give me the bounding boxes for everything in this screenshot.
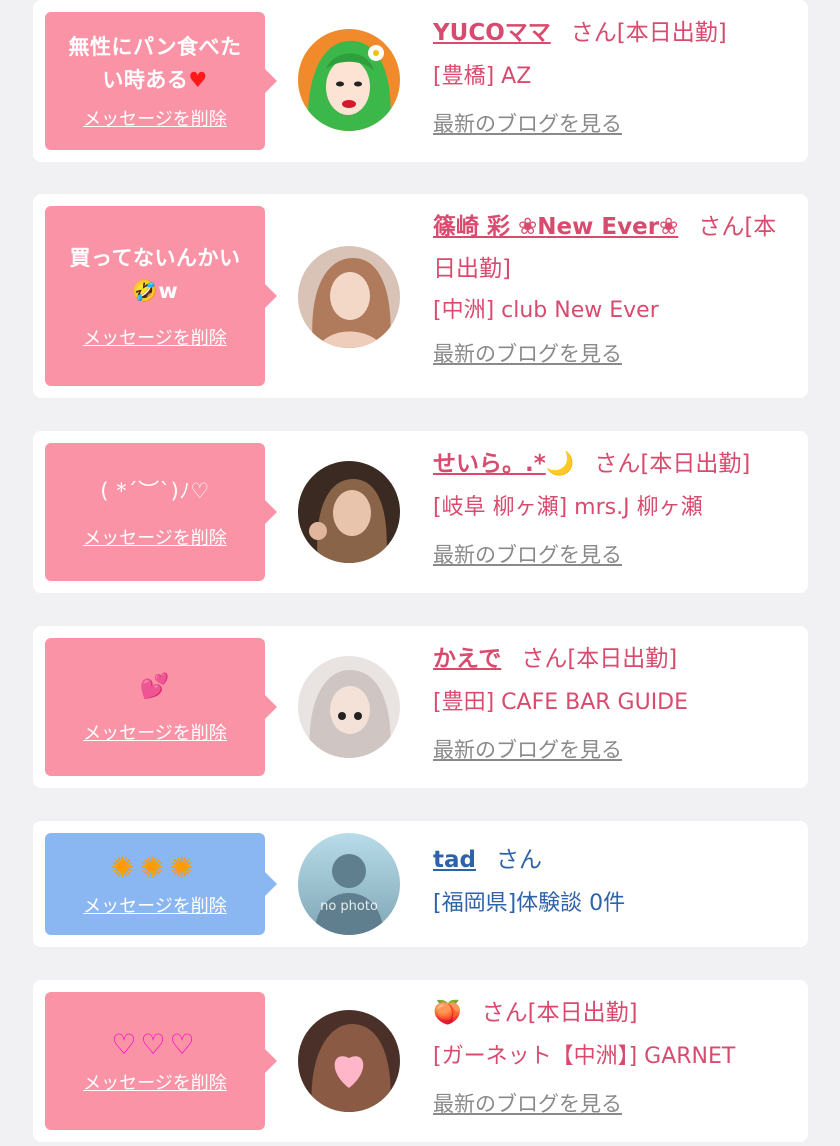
user-name-link[interactable]: 篠崎 彩 ❀New Ever❀ <box>433 214 678 240</box>
user-info: せいら。.*🌙 さん[本日出勤] [岐阜 柳ヶ瀬] mrs.J 柳ヶ瀬 最新のブロ… <box>433 443 792 573</box>
message-bubble: ♡♡♡ メッセージを削除 <box>45 992 277 1130</box>
avatar-photo <box>298 656 400 758</box>
user-info: 篠崎 彩 ❀New Ever❀ さん[本 日出勤] [中洲] club New E… <box>433 206 792 372</box>
message-bubble: 買ってないんかい 🤣w メッセージを削除 <box>45 206 277 386</box>
user-status: さん <box>495 847 542 873</box>
user-name-link[interactable]: かえで <box>433 646 501 672</box>
user-location: [ガーネット【中洲】] GARNET <box>433 1044 736 1069</box>
avatar[interactable] <box>298 461 400 563</box>
latest-blog-link[interactable]: 最新のブログを見る <box>433 106 622 142</box>
user-info: 🍑 さん[本日出勤] [ガーネット【中洲】] GARNET 最新のブログを見る <box>433 992 792 1122</box>
avatar[interactable]: no photo <box>298 833 400 935</box>
latest-blog-link[interactable]: 最新のブログを見る <box>433 1086 622 1122</box>
avatar-photo <box>298 246 400 348</box>
user-status: さん[本日出勤] <box>481 1000 638 1026</box>
no-photo-avatar-icon <box>298 833 400 935</box>
message-text: 買ってないんかい 🤣w <box>69 246 241 303</box>
message-text: 無性にパン食べた い時ある♥ <box>68 35 242 92</box>
avatar-photo <box>298 1010 400 1112</box>
avatar-caption: no photo <box>320 899 378 914</box>
latest-blog-link[interactable]: 最新のブログを見る <box>433 336 622 372</box>
message-bubble: 💕 メッセージを削除 <box>45 638 277 776</box>
delete-message-link[interactable]: メッセージを削除 <box>83 105 227 131</box>
message-card: 買ってないんかい 🤣w メッセージを削除 篠崎 彩 ❀New Ever❀ さん[本… <box>33 194 808 398</box>
user-location: [豊田] CAFE BAR GUIDE <box>433 690 689 715</box>
user-location: [豊橋] AZ <box>433 64 532 89</box>
message-card: ( *´︶`)ﾉ♡ メッセージを削除 せいら。.*🌙 さん[本日出勤] [岐阜 柳… <box>33 431 808 593</box>
user-status: さん[本日出勤] <box>570 20 727 46</box>
avatar-photo <box>298 461 400 563</box>
avatar[interactable] <box>298 656 400 758</box>
user-info: かえで さん[本日出勤] [豊田] CAFE BAR GUIDE 最新のブログを見… <box>433 638 792 768</box>
user-location: [中洲] club New Ever <box>433 298 659 323</box>
user-location: [岐阜 柳ヶ瀬] mrs.J 柳ヶ瀬 <box>433 495 703 520</box>
purple-hearts-icon: ♡♡♡ <box>111 1027 199 1061</box>
avatar[interactable] <box>298 1010 400 1112</box>
user-name-link[interactable]: せいら。.* <box>433 451 546 477</box>
avatar[interactable] <box>298 246 400 348</box>
avatar[interactable] <box>298 29 400 131</box>
user-info: YUCOママ さん[本日出勤] [豊橋] AZ 最新のブログを見る <box>433 12 792 142</box>
avatar-illustration <box>298 29 400 131</box>
user-name-link[interactable]: YUCOママ <box>433 20 551 46</box>
moon-icon: 🌙 <box>545 451 575 477</box>
latest-blog-link[interactable]: 最新のブログを見る <box>433 537 622 573</box>
message-bubble: 無性にパン食べた い時ある♥ メッセージを削除 <box>45 12 277 150</box>
delete-message-link[interactable]: メッセージを削除 <box>83 892 227 918</box>
message-card: 💕 メッセージを削除 かえで さん[本日出勤] [豊田] CAFE BAR GUI… <box>33 626 808 788</box>
message-list: 無性にパン食べた い時ある♥ メッセージを削除 YUCOママさん[本日出勤] <box>0 0 840 1146</box>
latest-blog-link[interactable]: 最新のブログを見る <box>433 732 622 768</box>
peach-icon[interactable]: 🍑 <box>433 1000 462 1026</box>
user-status: さん[本日出勤] <box>521 646 678 672</box>
heart-icon: ♥ <box>188 68 208 92</box>
user-name-link[interactable]: tad <box>433 847 476 873</box>
message-card: 無性にパン食べた い時ある♥ メッセージを削除 YUCOママさん[本日出勤] <box>33 0 808 162</box>
user-status: さん[本日出勤] <box>594 451 751 477</box>
delete-message-link[interactable]: メッセージを削除 <box>83 524 227 550</box>
user-location: [福岡県]体験談 0件 <box>433 891 626 916</box>
delete-message-link[interactable]: メッセージを削除 <box>83 719 227 745</box>
two-hearts-icon: 💕 <box>139 671 171 700</box>
message-bubble: ( *´︶`)ﾉ♡ メッセージを削除 <box>45 443 277 581</box>
user-info: tad さん [福岡県]体験談 0件 <box>433 839 792 925</box>
flower-icons: ✺✺✺ <box>110 850 200 884</box>
laughing-emoji-icon: 🤣 <box>131 279 159 303</box>
user-status: さん[本 <box>698 214 777 240</box>
delete-message-link[interactable]: メッセージを削除 <box>83 1069 227 1095</box>
user-status-continued: 日出勤] <box>433 256 511 282</box>
delete-message-link[interactable]: メッセージを削除 <box>83 324 227 350</box>
message-card: ♡♡♡ メッセージを削除 🍑 さん[本日出勤] [ガーネット【中洲】] GARNE… <box>33 980 808 1142</box>
message-card: ✺✺✺ メッセージを削除 no photo tad さん [福岡県]体験談 0件 <box>33 821 808 947</box>
message-bubble: ✺✺✺ メッセージを削除 <box>45 833 277 935</box>
message-text: ( *´︶`)ﾉ♡ <box>100 478 210 503</box>
